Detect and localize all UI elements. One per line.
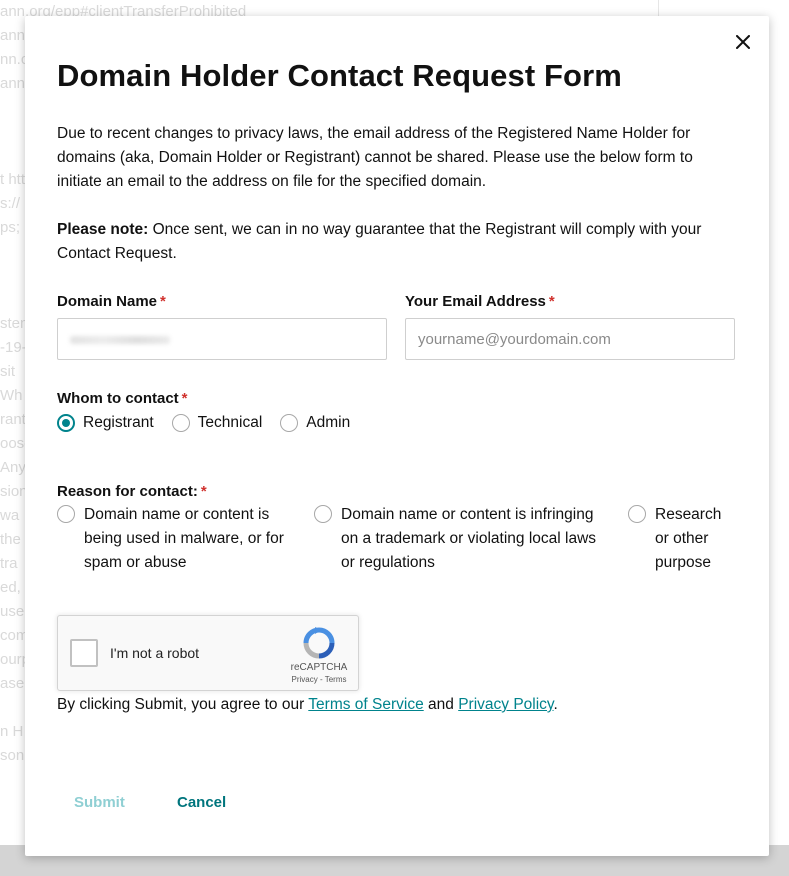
- required-asterisk: *: [548, 293, 555, 310]
- whom-to-contact-label: Whom to contact *: [57, 390, 188, 407]
- domain-name-label: Domain Name *: [57, 293, 166, 310]
- radio-label-technical: Technical: [197, 414, 263, 431]
- recaptcha-widget: I'm not a robot reCAPTCHA Privacy - Term…: [57, 615, 359, 691]
- email-address-label-text: Your Email Address: [405, 293, 546, 310]
- domain-name-label-text: Domain Name: [57, 293, 158, 310]
- cancel-button[interactable]: Cancel: [177, 794, 226, 811]
- privacy-policy-link[interactable]: Privacy Policy: [458, 696, 553, 713]
- note-paragraph: Please note: Once sent, we can in no way…: [57, 218, 733, 266]
- radio-button-checked[interactable]: [57, 414, 75, 432]
- reason-label-research: Research or other purpose: [655, 506, 722, 571]
- intro-paragraph: Due to recent changes to privacy laws, t…: [57, 125, 693, 190]
- agreement-text: By clicking Submit, you agree to our Ter…: [57, 696, 558, 714]
- recaptcha-brand: reCAPTCHA: [290, 662, 348, 673]
- radio-button[interactable]: [280, 414, 299, 432]
- submit-button[interactable]: Submit: [74, 794, 125, 811]
- radio-label-registrant: Registrant: [83, 414, 154, 431]
- redacted-domain-value: [70, 336, 170, 344]
- agreement-prefix: By clicking Submit, you agree to our: [57, 696, 309, 713]
- recaptcha-label: I'm not a robot: [110, 645, 200, 661]
- radio-option-registrant[interactable]: Registrant: [57, 414, 154, 432]
- note-label: Please note:: [57, 221, 149, 238]
- radio-option-technical[interactable]: Technical: [171, 414, 263, 432]
- required-asterisk: *: [200, 483, 207, 500]
- email-address-label: Your Email Address *: [405, 293, 555, 310]
- recaptcha-checkbox[interactable]: [70, 639, 98, 667]
- reason-label-malware: Domain name or content is being used in …: [84, 506, 284, 571]
- terms-of-service-link[interactable]: Terms of Service: [308, 696, 423, 713]
- required-asterisk: *: [160, 293, 166, 310]
- recaptcha-links: Privacy - Terms: [278, 675, 360, 684]
- note-text: Once sent, we can in no way guarantee th…: [57, 221, 702, 262]
- radio-button[interactable]: [171, 414, 190, 432]
- agreement-middle: and: [423, 696, 459, 713]
- radio-button[interactable]: [314, 505, 332, 523]
- whom-to-contact-group: Registrant Technical Admin: [57, 414, 368, 432]
- recaptcha-logo-icon: [303, 627, 335, 659]
- whom-to-contact-label-text: Whom to contact: [57, 390, 179, 407]
- contact-request-modal: Domain Holder Contact Request Form Due t…: [25, 16, 769, 856]
- reason-for-contact-label: Reason for contact: *: [57, 483, 207, 500]
- recaptcha-privacy-link[interactable]: Privacy: [292, 675, 318, 684]
- reason-option-trademark[interactable]: Domain name or content is infringing on …: [314, 504, 611, 575]
- reason-for-contact-label-text: Reason for contact:: [57, 483, 198, 500]
- agreement-suffix: .: [553, 696, 558, 713]
- radio-button[interactable]: [57, 505, 75, 523]
- close-icon: [736, 35, 750, 49]
- reason-option-research[interactable]: Research or other purpose: [628, 504, 730, 575]
- recaptcha-terms-link[interactable]: Terms: [325, 675, 347, 684]
- radio-option-admin[interactable]: Admin: [280, 414, 350, 432]
- radio-label-admin: Admin: [306, 414, 351, 431]
- email-address-input[interactable]: [405, 318, 735, 360]
- close-button[interactable]: [731, 30, 755, 54]
- modal-title: Domain Holder Contact Request Form: [57, 58, 622, 93]
- required-asterisk: *: [181, 390, 188, 407]
- recaptcha-separator: -: [317, 675, 325, 684]
- reason-option-malware[interactable]: Domain name or content is being used in …: [57, 504, 294, 575]
- reason-label-trademark: Domain name or content is infringing on …: [341, 506, 597, 571]
- radio-button[interactable]: [628, 505, 646, 523]
